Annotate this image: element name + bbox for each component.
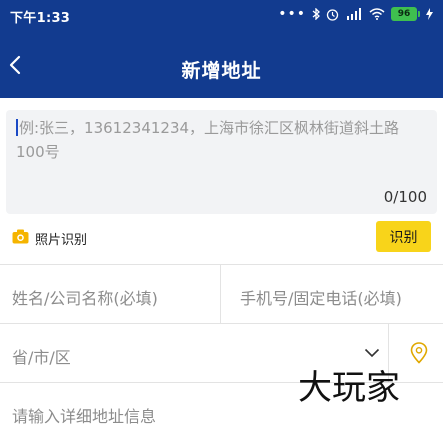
bluetooth-icon	[312, 8, 320, 20]
text-caret	[16, 119, 18, 136]
more-dots-icon: •••	[278, 6, 306, 22]
region-field[interactable]: 省/市/区	[12, 344, 71, 368]
charging-icon	[426, 8, 433, 20]
page-title: 新增地址	[181, 60, 262, 82]
photo-recognition-row: 照片识别 识别	[0, 218, 443, 256]
watermark-logo: 大玩家	[298, 368, 400, 408]
signal-icon	[347, 8, 361, 20]
status-icons: ••• 96	[278, 6, 433, 22]
status-bar: 下午1:33 ••• 96	[0, 0, 443, 34]
chevron-down-icon[interactable]	[364, 348, 380, 358]
battery-icon: 96	[391, 7, 420, 21]
status-time: 下午1:33	[10, 11, 71, 26]
name-field[interactable]: 姓名/公司名称(必填)	[12, 285, 158, 309]
phone-field[interactable]: 手机号/固定电话(必填)	[240, 285, 402, 309]
divider	[0, 323, 443, 324]
battery-level: 96	[391, 7, 417, 21]
wifi-icon	[369, 8, 385, 20]
recognize-button[interactable]: 识别	[376, 221, 431, 252]
char-counter: 0/100	[383, 188, 427, 206]
vertical-divider	[220, 265, 221, 323]
location-pin-icon[interactable]	[410, 342, 428, 364]
header-bar: 下午1:33 ••• 96 新增地址	[0, 0, 443, 98]
smart-address-input[interactable]: 例:张三，13612341234，上海市徐汇区枫林街道斜土路100号 0/100	[6, 110, 437, 214]
smart-address-placeholder: 例:张三，13612341234，上海市徐汇区枫林街道斜土路100号	[16, 119, 400, 161]
alarm-icon	[326, 8, 339, 21]
nav-bar: 新增地址	[0, 34, 443, 98]
photo-recognition-label[interactable]: 照片识别	[35, 229, 87, 248]
camera-icon[interactable]	[12, 229, 29, 244]
detail-address-field[interactable]: 请输入详细地址信息	[12, 403, 156, 427]
divider	[0, 264, 443, 265]
